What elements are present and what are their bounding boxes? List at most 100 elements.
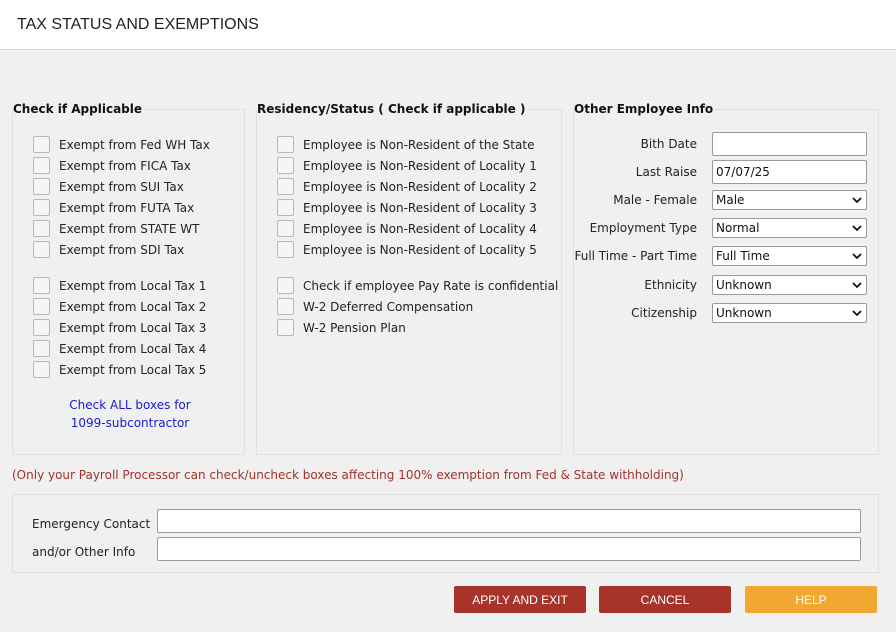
non-resident-checkbox[interactable] (277, 178, 294, 195)
non-resident-label: Employee is Non-Resident of Locality 1 (303, 158, 537, 173)
exempt-local-tax-row[interactable]: Exempt from Local Tax 3 (33, 317, 206, 338)
residency-legend: Residency/Status ( Check if applicable ) (257, 102, 528, 116)
exempt-tax-label: Exempt from SDI Tax (59, 242, 185, 257)
pay-option-row[interactable]: Check if employee Pay Rate is confidenti… (277, 275, 558, 296)
chevron-down-icon (852, 253, 862, 260)
citizenship-label: Citizenship (631, 306, 697, 320)
other-info-input[interactable] (157, 537, 861, 561)
exempt-tax-row[interactable]: Exempt from SDI Tax (33, 239, 184, 260)
exempt-local-tax-label: Exempt from Local Tax 2 (59, 299, 207, 314)
emergency-label-2: and/or Other Info (32, 545, 136, 559)
help-button[interactable]: HELP (745, 586, 877, 613)
exempt-tax-label: Exempt from FUTA Tax (59, 200, 195, 215)
subcontractor-note-line1: Check ALL boxes for (69, 398, 191, 412)
pay-option-label: W-2 Pension Plan (303, 320, 406, 335)
non-resident-row[interactable]: Employee is Non-Resident of Locality 4 (277, 218, 537, 239)
exempt-tax-row[interactable]: Exempt from SUI Tax (33, 176, 184, 197)
non-resident-row[interactable]: Employee is Non-Resident of Locality 1 (277, 155, 537, 176)
ethnicity-label: Ethnicity (644, 278, 697, 292)
chevron-down-icon (852, 225, 862, 232)
citizenship-select[interactable]: Unknown (712, 303, 867, 323)
exempt-tax-checkbox[interactable] (33, 136, 50, 153)
non-resident-label: Employee is Non-Resident of the State (303, 137, 535, 152)
emergency-panel (12, 494, 879, 573)
non-resident-label: Employee is Non-Resident of Locality 2 (303, 179, 537, 194)
exempt-local-tax-checkbox[interactable] (33, 277, 50, 294)
pay-option-checkbox[interactable] (277, 319, 294, 336)
exempt-local-tax-row[interactable]: Exempt from Local Tax 2 (33, 296, 206, 317)
gender-select[interactable]: Male (712, 190, 867, 210)
apply-and-exit-button[interactable]: APPLY AND EXIT (454, 586, 586, 613)
withholding-warning: (Only your Payroll Processor can check/u… (12, 468, 684, 482)
exempt-local-tax-label: Exempt from Local Tax 4 (59, 341, 207, 356)
employment-type-label: Employment Type (589, 221, 697, 235)
exempt-local-tax-row[interactable]: Exempt from Local Tax 5 (33, 359, 206, 380)
emergency-contact-input[interactable] (157, 509, 861, 533)
exempt-local-tax-checkbox[interactable] (33, 361, 50, 378)
fulltime-label: Full Time - Part Time (574, 249, 697, 263)
exempt-tax-row[interactable]: Exempt from Fed WH Tax (33, 134, 210, 155)
pay-option-label: Check if employee Pay Rate is confidenti… (303, 278, 559, 293)
exempt-local-tax-label: Exempt from Local Tax 1 (59, 278, 207, 293)
non-resident-row[interactable]: Employee is Non-Resident of the State (277, 134, 534, 155)
chevron-down-icon (852, 197, 862, 204)
non-resident-checkbox[interactable] (277, 199, 294, 216)
pay-option-checkbox[interactable] (277, 298, 294, 315)
exempt-tax-label: Exempt from STATE WT (59, 221, 200, 236)
exempt-local-tax-checkbox[interactable] (33, 340, 50, 357)
pay-option-label: W-2 Deferred Compensation (303, 299, 474, 314)
cancel-button[interactable]: CANCEL (599, 586, 731, 613)
exempt-local-tax-label: Exempt from Local Tax 5 (59, 362, 207, 377)
exempt-tax-checkbox[interactable] (33, 220, 50, 237)
chevron-down-icon (852, 282, 862, 289)
last-raise-input[interactable] (712, 160, 867, 184)
exempt-tax-row[interactable]: Exempt from FUTA Tax (33, 197, 194, 218)
last-raise-label: Last Raise (635, 165, 697, 179)
non-resident-label: Employee is Non-Resident of Locality 4 (303, 221, 537, 236)
non-resident-checkbox[interactable] (277, 241, 294, 258)
pay-option-row[interactable]: W-2 Deferred Compensation (277, 296, 473, 317)
gender-value: Male (716, 193, 745, 207)
exempt-local-tax-checkbox[interactable] (33, 319, 50, 336)
exempt-local-tax-label: Exempt from Local Tax 3 (59, 320, 207, 335)
pay-option-checkbox[interactable] (277, 277, 294, 294)
birth-date-input[interactable] (712, 132, 867, 156)
birth-date-label: Bith Date (640, 137, 697, 151)
citizenship-value: Unknown (716, 306, 772, 320)
employment-type-value: Normal (716, 221, 760, 235)
exempt-tax-label: Exempt from FICA Tax (59, 158, 191, 173)
exempt-local-tax-row[interactable]: Exempt from Local Tax 1 (33, 275, 206, 296)
exempt-tax-checkbox[interactable] (33, 157, 50, 174)
exempt-tax-checkbox[interactable] (33, 178, 50, 195)
header-bar: TAX STATUS AND EXEMPTIONS (0, 0, 896, 50)
pay-option-row[interactable]: W-2 Pension Plan (277, 317, 406, 338)
non-resident-checkbox[interactable] (277, 157, 294, 174)
employment-type-select[interactable]: Normal (712, 218, 867, 238)
fulltime-select[interactable]: Full Time (712, 246, 867, 266)
exempt-tax-row[interactable]: Exempt from FICA Tax (33, 155, 191, 176)
subcontractor-note[interactable]: Check ALL boxes for 1099-subcontractor (50, 396, 210, 432)
exempt-tax-checkbox[interactable] (33, 241, 50, 258)
exempt-tax-label: Exempt from Fed WH Tax (59, 137, 210, 152)
non-resident-row[interactable]: Employee is Non-Resident of Locality 2 (277, 176, 537, 197)
ethnicity-value: Unknown (716, 278, 772, 292)
exempt-tax-label: Exempt from SUI Tax (59, 179, 184, 194)
chevron-down-icon (852, 310, 862, 317)
non-resident-row[interactable]: Employee is Non-Resident of Locality 3 (277, 197, 537, 218)
exempt-tax-row[interactable]: Exempt from STATE WT (33, 218, 199, 239)
emergency-label-1: Emergency Contact (32, 517, 151, 531)
non-resident-label: Employee is Non-Resident of Locality 3 (303, 200, 537, 215)
applicable-legend: Check if Applicable (13, 102, 145, 116)
ethnicity-select[interactable]: Unknown (712, 275, 867, 295)
subcontractor-note-line2: 1099-subcontractor (70, 416, 190, 430)
exempt-local-tax-row[interactable]: Exempt from Local Tax 4 (33, 338, 206, 359)
exempt-local-tax-checkbox[interactable] (33, 298, 50, 315)
other-info-legend: Other Employee Info (574, 102, 716, 116)
non-resident-row[interactable]: Employee is Non-Resident of Locality 5 (277, 239, 537, 260)
non-resident-checkbox[interactable] (277, 136, 294, 153)
page-title: TAX STATUS AND EXEMPTIONS (17, 16, 259, 33)
non-resident-checkbox[interactable] (277, 220, 294, 237)
non-resident-label: Employee is Non-Resident of Locality 5 (303, 242, 537, 257)
fulltime-value: Full Time (716, 249, 770, 263)
exempt-tax-checkbox[interactable] (33, 199, 50, 216)
